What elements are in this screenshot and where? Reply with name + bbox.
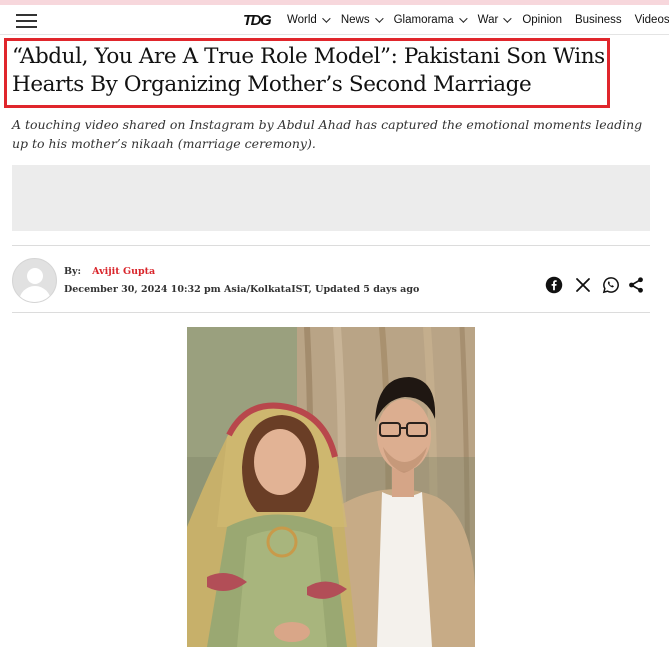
nav-item-videos[interactable]: Videos: [635, 14, 669, 26]
article-summary: A touching video shared on Instagram by …: [12, 117, 643, 151]
nav-item-business[interactable]: Business: [575, 14, 622, 26]
chevron-down-icon: [321, 14, 331, 23]
menu-icon[interactable]: [16, 14, 37, 28]
divider: [12, 312, 650, 313]
nav-item-label: Business: [574, 14, 622, 26]
site-header: TDG World News Glamorama War Opinion Bus…: [0, 5, 669, 35]
author-avatar[interactable]: [12, 258, 57, 303]
whatsapp-icon[interactable]: [602, 276, 620, 294]
nav-item-label: News: [340, 14, 370, 26]
chevron-down-icon: [458, 14, 468, 23]
facebook-icon[interactable]: [545, 276, 563, 294]
nav-item-glamorama[interactable]: Glamorama: [393, 14, 468, 26]
author-link[interactable]: Avijit Gupta: [92, 266, 155, 277]
nav-item-label: Glamorama: [393, 14, 454, 26]
site-logo[interactable]: TDG: [243, 12, 272, 29]
publish-date: December 30, 2024 10:32 pm Asia/KolkataI…: [64, 284, 420, 295]
nav-item-label: War: [477, 14, 499, 26]
nav-item-war[interactable]: War: [477, 14, 512, 26]
nav-item-news[interactable]: News: [340, 14, 384, 26]
byline: By: Avijit Gupta: [64, 266, 155, 277]
nav-item-label: World: [287, 14, 317, 26]
nav-item-world[interactable]: World: [287, 14, 331, 26]
chevron-down-icon: [374, 14, 384, 23]
main-nav: World News Glamorama War Opinion Busines…: [287, 5, 669, 35]
nav-item-opinion[interactable]: Opinion: [522, 14, 562, 26]
nav-item-label: Opinion: [522, 14, 562, 26]
share-icon[interactable]: [627, 276, 645, 294]
article-photo: [187, 327, 475, 647]
chevron-down-icon: [503, 14, 512, 23]
x-icon[interactable]: [574, 276, 592, 294]
divider: [12, 245, 650, 246]
by-label: By:: [64, 266, 82, 277]
nav-item-label: Videos: [634, 14, 669, 26]
ad-placeholder: [12, 165, 650, 231]
article-headline: “Abdul, You Are A True Role Model”: Paki…: [12, 44, 605, 97]
